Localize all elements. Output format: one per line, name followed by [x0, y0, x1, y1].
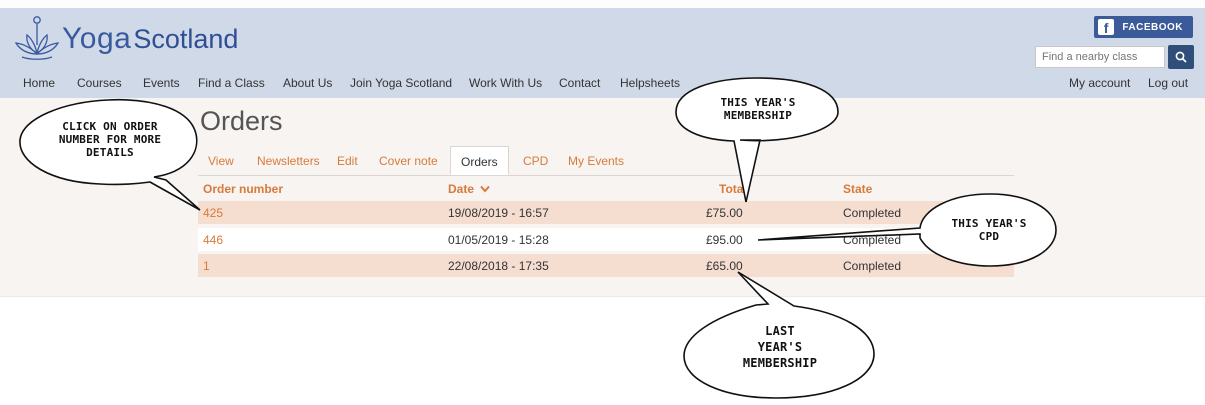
callout-last-year-text: LAST YEAR'S MEMBERSHIP [742, 324, 818, 370]
callout-membership-text: THIS YEAR'S MEMBERSHIP [720, 96, 796, 122]
annotation-overlay [19, 77, 1057, 399]
callout-cpd-text: THIS YEAR'S CPD [951, 217, 1027, 243]
callout-click-text: CLICK ON ORDER NUMBER FOR MORE DETAILS [58, 120, 162, 159]
